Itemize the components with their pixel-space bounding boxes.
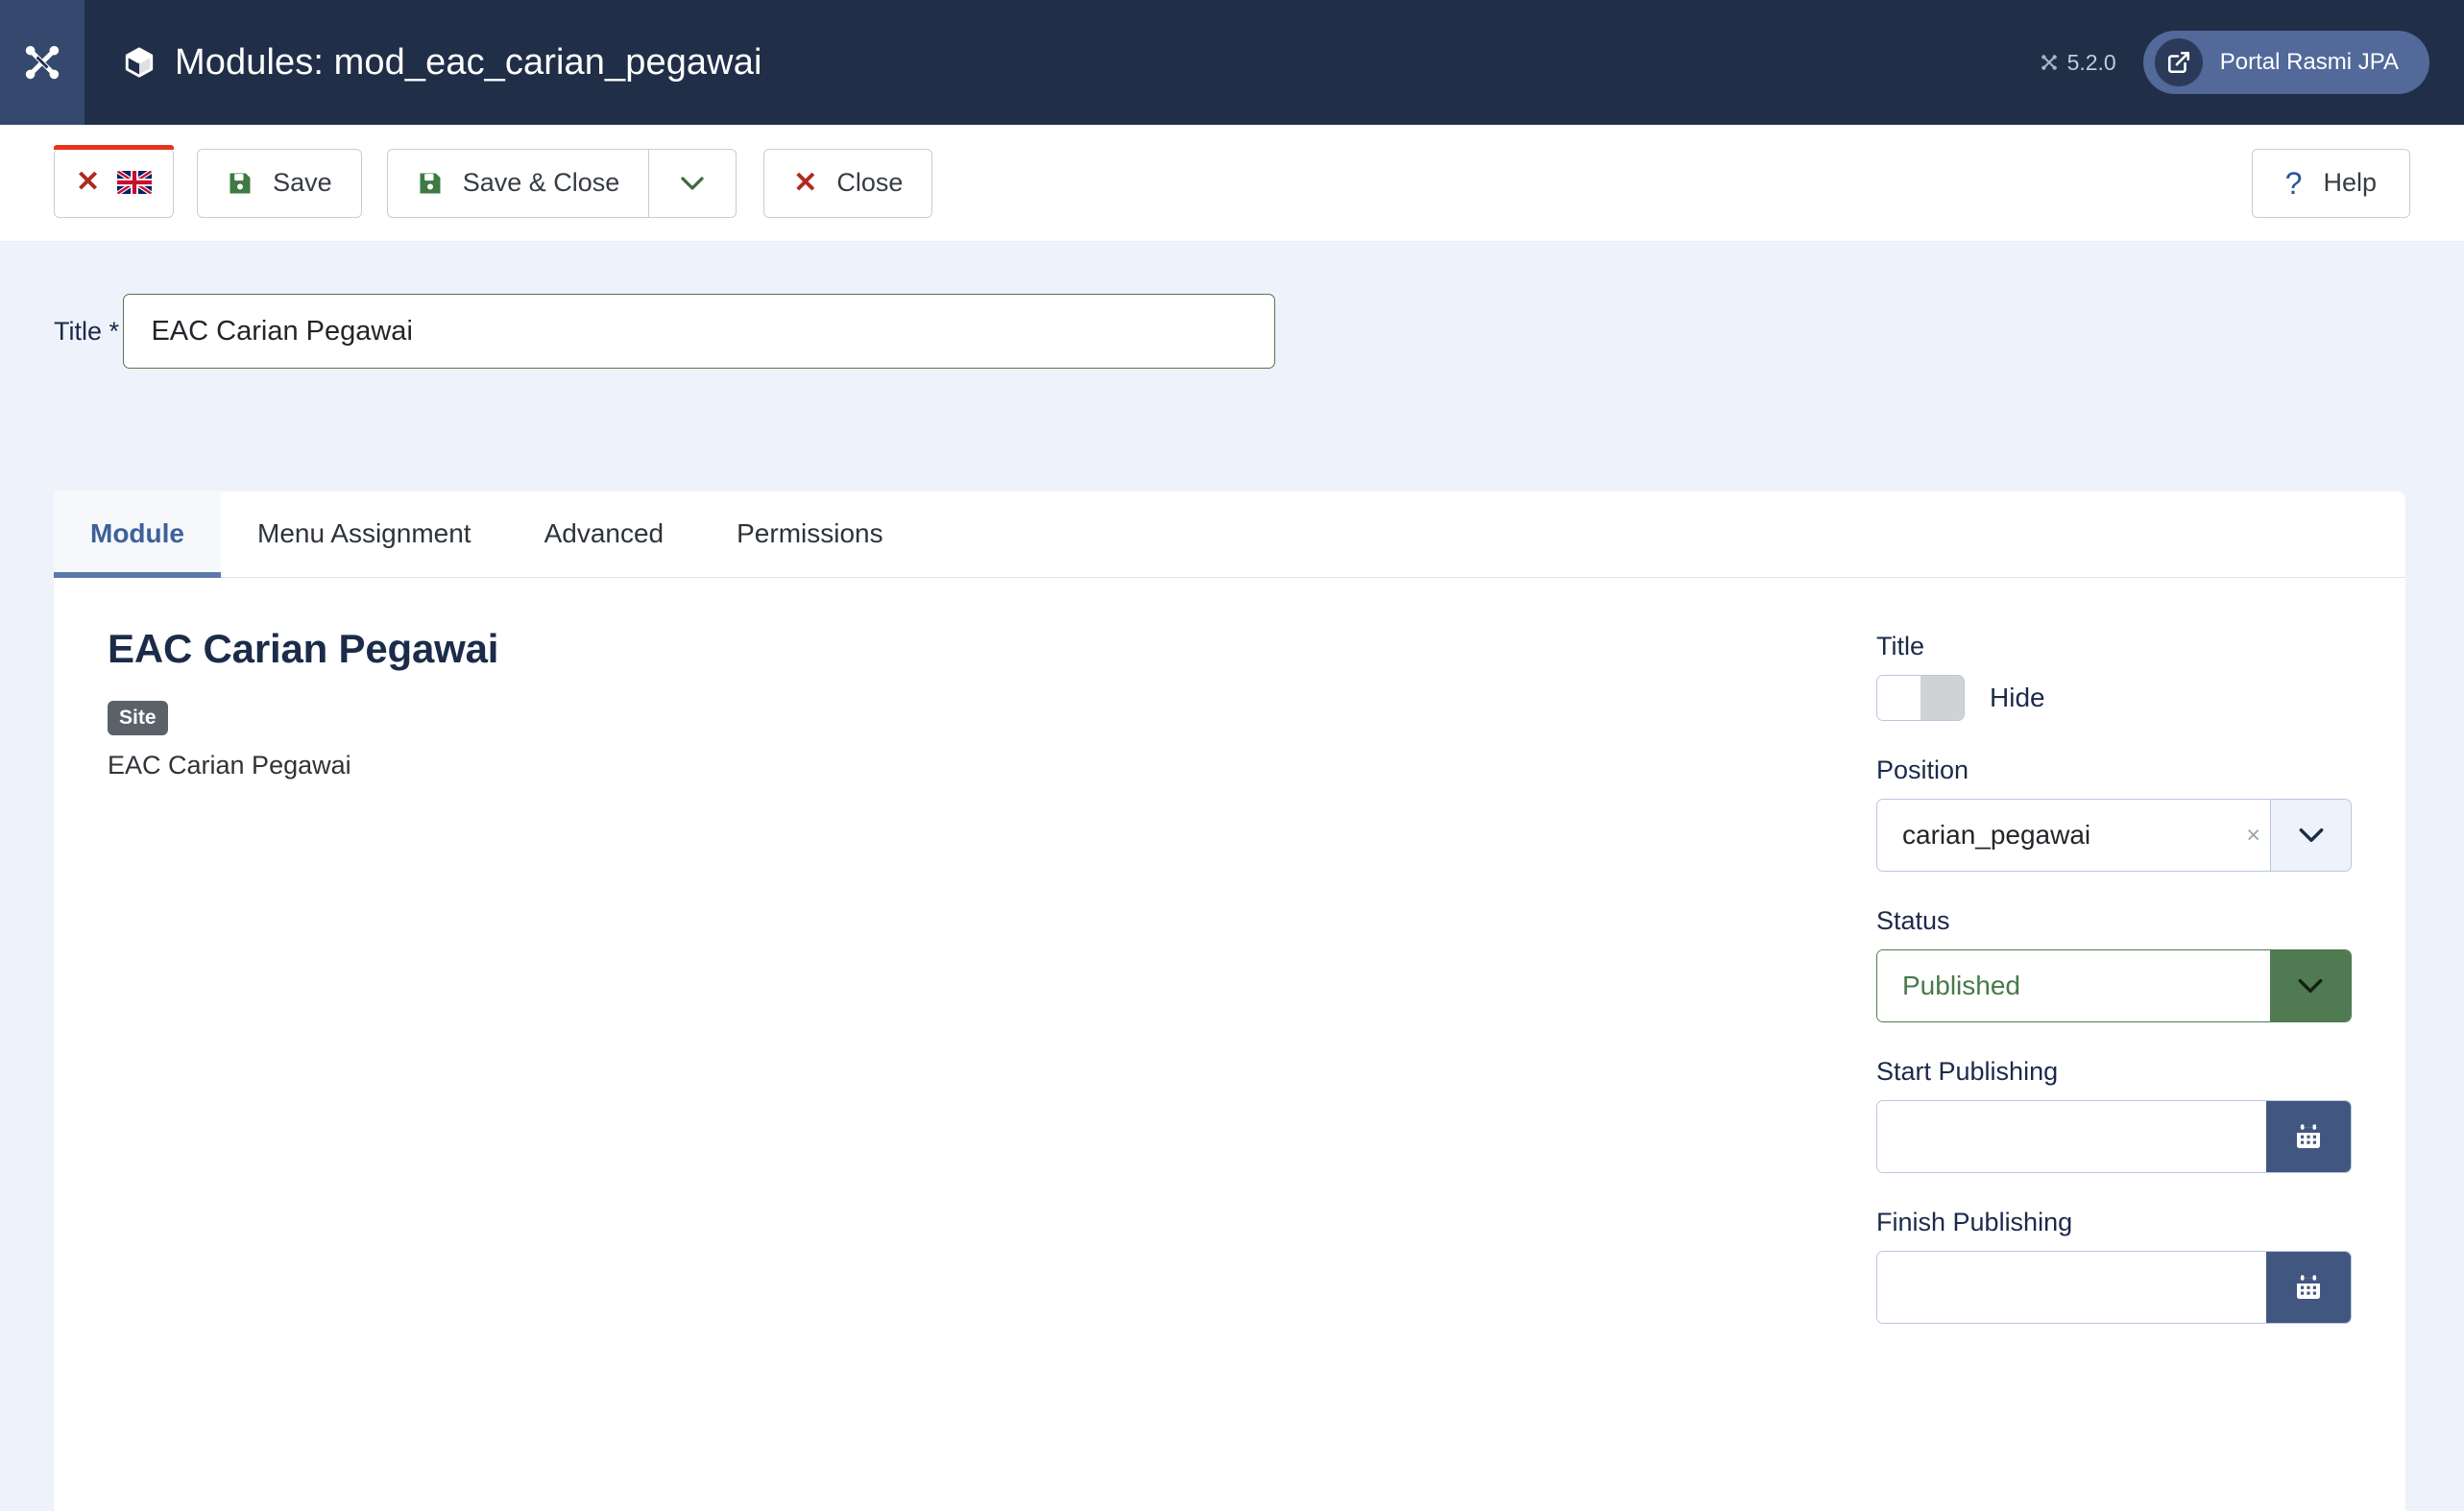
close-x-icon: ✕ (793, 169, 817, 198)
portal-link-button[interactable]: Portal Rasmi JPA (2143, 31, 2429, 94)
help-button[interactable]: ? Help (2252, 149, 2410, 218)
status-dropdown-button[interactable] (2270, 950, 2351, 1021)
finish-publishing-label: Finish Publishing (1876, 1208, 2352, 1237)
calendar-icon (2293, 1272, 2324, 1303)
title-visibility-label: Title (1876, 632, 2352, 661)
title-field-label: Title * (54, 317, 119, 346)
save-and-close-label: Save & Close (463, 168, 620, 198)
title-visibility-value: Hide (1990, 683, 2045, 713)
language-switcher-button[interactable]: ✕ (54, 149, 174, 218)
save-close-split-group: Save & Close (387, 149, 737, 218)
question-mark-icon: ? (2285, 168, 2303, 199)
title-field-row: Title * (0, 242, 2464, 492)
status-label: Status (1876, 906, 2352, 936)
start-publishing-input[interactable] (1877, 1101, 2266, 1172)
status-select[interactable]: Published (1876, 949, 2352, 1022)
start-publishing-calendar-button[interactable] (2266, 1101, 2351, 1172)
header-actions: 5.2.0 Portal Rasmi JPA (2040, 31, 2464, 94)
module-edit-card: Module Menu Assignment Advanced Permissi… (54, 492, 2405, 1511)
close-button-label: Close (836, 168, 903, 198)
position-label: Position (1876, 756, 2352, 785)
status-badge: Site (108, 701, 168, 735)
title-input[interactable] (123, 294, 1275, 369)
start-publishing-field: Start Publishing (1876, 1057, 2352, 1173)
module-description: EAC Carian Pegawai (108, 751, 1819, 780)
position-value: carian_pegawai (1877, 800, 2236, 871)
position-select[interactable]: carian_pegawai × (1876, 799, 2352, 872)
tab-bar: Module Menu Assignment Advanced Permissi… (54, 492, 2405, 578)
cube-icon (123, 46, 156, 79)
editor-toolbar: ✕ Save Save & Close (0, 125, 2464, 242)
title-visibility-toggle[interactable] (1876, 675, 1965, 721)
joomla-logo-button[interactable] (0, 0, 85, 125)
portal-link-label: Portal Rasmi JPA (2220, 49, 2399, 76)
page-title: Modules: mod_eac_carian_pegawai (175, 42, 762, 84)
toggle-show-half (1877, 676, 1920, 720)
save-and-close-button[interactable]: Save & Close (387, 149, 649, 218)
external-link-icon (2155, 38, 2203, 86)
position-dropdown-button[interactable] (2270, 800, 2351, 871)
version-number: 5.2.0 (2067, 50, 2116, 76)
finish-publishing-calendar-button[interactable] (2266, 1252, 2351, 1323)
tab-permissions[interactable]: Permissions (700, 491, 919, 577)
calendar-icon (2293, 1121, 2324, 1152)
close-x-icon: ✕ (76, 168, 100, 197)
finish-publishing-input[interactable] (1877, 1252, 2266, 1323)
status-value: Published (1877, 950, 2270, 1021)
page-title-group: Modules: mod_eac_carian_pegawai (123, 42, 762, 84)
floppy-disk-icon (227, 170, 254, 197)
joomla-mini-icon (2040, 53, 2059, 72)
module-heading: EAC Carian Pegawai (108, 626, 1819, 672)
toggle-hide-half (1920, 676, 1964, 720)
tab-advanced[interactable]: Advanced (508, 491, 701, 577)
clear-x-icon[interactable]: × (2236, 800, 2270, 871)
module-options-sidebar: Title Hide Position carian_pegawai × (1876, 626, 2352, 1358)
joomla-logo-icon (21, 41, 63, 84)
module-info-section: EAC Carian Pegawai Site EAC Carian Pegaw… (108, 626, 1876, 1358)
start-publishing-label: Start Publishing (1876, 1057, 2352, 1087)
module-tab-panel: EAC Carian Pegawai Site EAC Carian Pegaw… (54, 578, 2405, 1358)
finish-publishing-field: Finish Publishing (1876, 1208, 2352, 1324)
title-visibility-field: Title Hide (1876, 632, 2352, 721)
tab-module[interactable]: Module (54, 491, 221, 577)
save-options-dropdown-button[interactable] (648, 149, 737, 218)
version-badge: 5.2.0 (2040, 50, 2116, 76)
chevron-down-icon (678, 174, 707, 193)
help-button-label: Help (2323, 168, 2377, 198)
status-field: Status Published (1876, 906, 2352, 1022)
save-button-label: Save (273, 168, 332, 198)
close-button[interactable]: ✕ Close (763, 149, 932, 218)
tab-menu-assignment[interactable]: Menu Assignment (221, 491, 508, 577)
position-field: Position carian_pegawai × (1876, 756, 2352, 872)
chevron-down-icon (2295, 975, 2326, 996)
app-header: Modules: mod_eac_carian_pegawai 5.2.0 Po… (0, 0, 2464, 125)
save-button[interactable]: Save (197, 149, 362, 218)
floppy-disk-icon (417, 170, 444, 197)
chevron-down-icon (2296, 825, 2327, 846)
uk-flag-icon (117, 171, 152, 194)
